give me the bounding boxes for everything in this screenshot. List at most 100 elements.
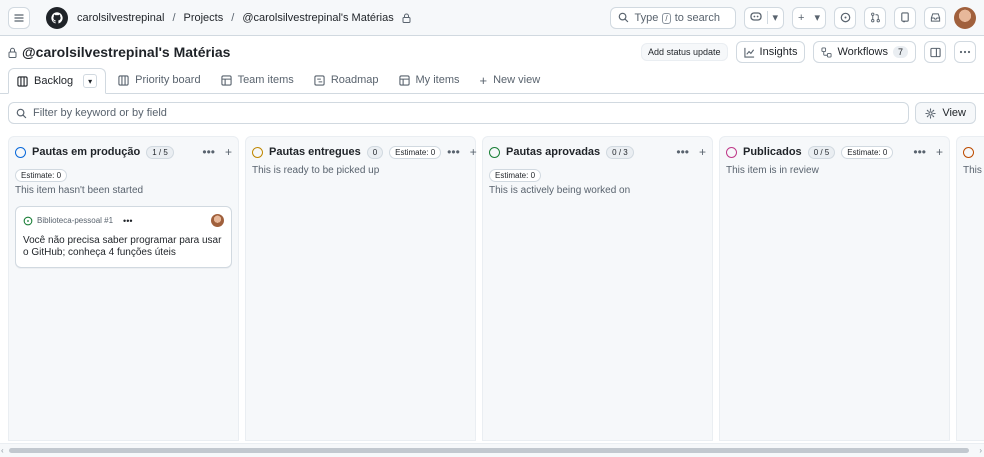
github-logo-icon[interactable] [46,6,68,29]
plus-icon[interactable]: + [225,145,232,159]
tab-backlog[interactable]: Backlog ▾ [8,68,107,94]
workflow-icon [821,46,832,58]
new-view-button[interactable]: + New view [472,67,549,93]
tab-priority-board[interactable]: Priority board [110,67,208,93]
search-icon [618,12,628,23]
filter-input[interactable]: Filter by keyword or by field [8,102,910,124]
column-count: 0 [366,145,384,159]
card-title[interactable]: Você não precisa saber programar para us… [23,235,224,259]
breadcrumb-project[interactable]: @carolsilvestrepinal's Matérias [242,12,393,24]
column-description: This is ready to be picked up [252,165,380,176]
breadcrumb-separator: / [231,11,235,24]
view-button[interactable]: View [915,102,976,124]
filter-placeholder: Filter by keyword or by field [33,107,167,119]
status-circle-icon [252,146,263,158]
scrollbar-thumb[interactable] [9,448,969,453]
chevron-down-icon[interactable]: ▾ [766,11,784,24]
status-circle-icon [963,146,974,158]
filter-row: Filter by keyword or by field View [0,94,984,132]
tab-label: Team items [237,74,294,86]
tab-label: My items [415,74,460,86]
view-tabs: Backlog ▾ Priority board Team items Road… [0,68,984,94]
pull-requests-icon[interactable] [864,6,886,29]
column-count: 0 / 5 [807,145,836,159]
plus-icon[interactable]: + [699,145,706,159]
column-description: This item is in review [726,165,819,176]
kebab-menu-icon[interactable]: ••• [123,216,132,226]
card-repo[interactable]: Biblioteca-pessoal #1 [37,216,113,225]
column-count: 0 / 3 [606,145,634,159]
chevron-down-icon[interactable]: ▾ [83,74,98,88]
roadmap-icon [314,74,325,86]
horizontal-scrollbar[interactable]: ‹ › [0,443,984,457]
tab-label: Roadmap [330,74,379,86]
breadcrumb-owner[interactable]: carolsilvestrepinal [77,12,164,24]
tab-team-items[interactable]: Team items [213,67,302,93]
chevron-down-icon: ▾ [814,12,820,24]
board-icon [118,74,129,86]
tab-roadmap[interactable]: Roadmap [306,67,387,93]
workflows-label: Workflows [837,46,888,58]
project-title-bar: @carolsilvestrepinal's Matérias Add stat… [0,36,984,68]
estimate-badge: Estimate: 0 [15,169,68,182]
lock-icon [8,47,17,58]
repositories-icon[interactable] [894,6,916,29]
avatar[interactable] [954,6,976,29]
column-description: This is actively being worked on [489,185,631,196]
status-circle-icon [726,146,737,158]
shortcut-key: / [662,12,671,24]
page-title: @carolsilvestrepinal's Matérias [22,44,231,60]
board: Pautas em produção 1 / 5 ••• + Estimate:… [8,136,984,441]
kebab-menu-icon[interactable]: ••• [913,145,926,159]
search-placeholder: Type / to search [634,11,720,24]
kebab-menu-icon[interactable]: ••• [202,145,215,159]
board-column: Pautas aprovadas 0 / 3 ••• + Estimate: 0… [482,136,713,441]
column-description: This item hasn't been started [15,185,144,196]
issues-icon[interactable] [834,6,856,29]
scroll-right-icon[interactable]: › [979,446,982,455]
search-icon [16,108,27,118]
breadcrumb: carolsilvestrepinal / Projects / @carols… [77,12,411,24]
table-icon [220,74,232,86]
breadcrumb-projects[interactable]: Projects [184,12,224,24]
table-icon [398,74,410,86]
global-header: carolsilvestrepinal / Projects / @carols… [0,0,984,36]
workflows-count: 7 [892,46,908,58]
side-panel-icon[interactable] [924,41,946,63]
kebab-menu-icon[interactable] [954,41,976,63]
plus-icon: + [798,11,805,24]
tab-label: New view [493,74,541,86]
scroll-left-icon[interactable]: ‹ [1,446,4,455]
status-circle-icon [489,146,500,158]
hamburger-menu-icon[interactable] [8,6,30,29]
tab-label: Backlog [34,75,74,87]
plus-icon[interactable]: + [936,145,943,159]
search-input[interactable]: Type / to search [609,6,736,29]
create-new-button[interactable]: + ▾ [792,6,826,29]
estimate-badge: Estimate: 0 [489,169,542,182]
plus-icon: + [479,72,488,88]
list-item[interactable]: Biblioteca-pessoal #1 ••• Você não preci… [15,206,232,268]
estimate-badge: Estimate: 0 [389,145,442,159]
insights-label: Insights [759,46,798,58]
board-column: Pautas entregues 0 Estimate: 0 ••• + Thi… [245,136,477,441]
inbox-icon[interactable] [924,6,946,29]
column-title: Pautas entregues [269,146,361,158]
view-label: View [942,107,966,119]
plus-icon[interactable]: + [470,145,477,159]
column-title: Pautas aprovadas [506,146,601,158]
insights-button[interactable]: Insights [735,41,806,63]
graph-icon [743,47,754,58]
column-count: 1 / 5 [146,145,174,159]
kebab-menu-icon[interactable]: ••• [676,145,689,159]
kebab-menu-icon[interactable]: ••• [447,145,460,159]
copilot-button[interactable]: ▾ [743,6,785,29]
add-status-update-button[interactable]: Add status update [640,43,728,61]
column-title: Pautas em produção [32,146,141,158]
breadcrumb-separator: / [172,11,176,24]
tab-label: Priority board [135,74,201,86]
column-description: This [963,165,982,176]
tab-my-items[interactable]: My items [391,67,468,93]
avatar [211,214,224,227]
workflows-button[interactable]: Workflows 7 [813,41,916,63]
